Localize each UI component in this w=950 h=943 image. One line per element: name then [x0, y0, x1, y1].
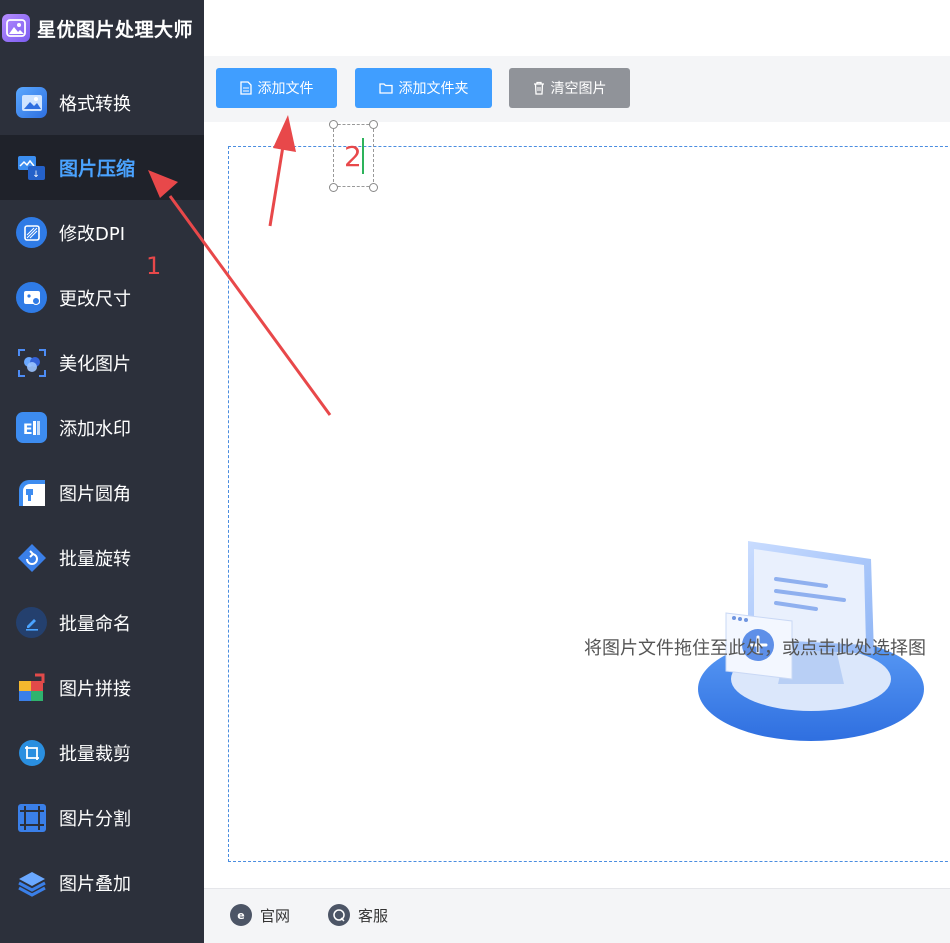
- arrow-to-add-file: [268, 115, 296, 227]
- resize-handle[interactable]: [329, 120, 338, 129]
- text-caret: [362, 138, 364, 174]
- step-1-label: 1: [146, 252, 162, 280]
- resize-handle[interactable]: [329, 183, 338, 192]
- resize-handle[interactable]: [369, 120, 378, 129]
- step-2-label: 2: [344, 140, 362, 173]
- resize-handle[interactable]: [369, 183, 378, 192]
- annotation-arrows: [148, 115, 332, 416]
- arrow-to-compress: [148, 170, 332, 416]
